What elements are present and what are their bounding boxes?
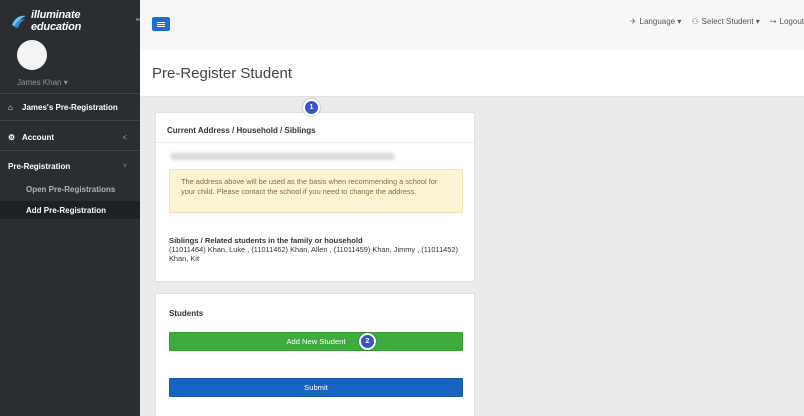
top-navbar: ✈ Language ▾ ⚇ Select Student ▾ ↪ Logout xyxy=(140,0,804,50)
nav-divider xyxy=(0,150,140,151)
siblings-list: (11011464) Khan, Luke , (11011462) Khan,… xyxy=(169,245,458,263)
add-new-student-button[interactable]: Add New Student xyxy=(169,332,463,351)
chevron-down-icon: ˅ xyxy=(122,162,127,170)
panel-title: Students xyxy=(169,309,204,318)
users-icon: ⚇ xyxy=(691,17,699,26)
panel-header: Current Address / Household / Siblings xyxy=(156,113,474,143)
sidebar-item-add-pre-registration[interactable]: Add Pre-Registration xyxy=(0,201,140,219)
select-student-menu[interactable]: ⚇ Select Student ▾ xyxy=(691,17,759,26)
logout-link[interactable]: ↪ Logout xyxy=(770,17,804,26)
nav-divider xyxy=(0,120,140,121)
sidebar-item-account[interactable]: ⚙ Account < xyxy=(0,124,140,150)
page-header: Pre-Register Student xyxy=(140,50,804,97)
sidebar-item-label: Account xyxy=(22,132,54,142)
select-student-label: Select Student ▾ xyxy=(701,17,760,26)
sidebar-item-label: James's Pre-Registration xyxy=(22,102,118,112)
home-icon: ⌂ xyxy=(8,102,13,112)
language-menu[interactable]: ✈ Language ▾ xyxy=(630,17,682,26)
top-links: ✈ Language ▾ ⚇ Select Student ▾ ↪ Logout xyxy=(630,17,804,26)
panel-title: Current Address / Household / Siblings xyxy=(167,126,316,135)
language-label: Language ▾ xyxy=(639,17,682,26)
sidebar-item-home[interactable]: ⌂ James's Pre-Registration xyxy=(0,94,140,120)
gear-icon: ⚙ xyxy=(8,132,16,142)
siblings-title: Siblings / Related students in the famil… xyxy=(169,236,363,245)
chevron-left-icon: < xyxy=(122,132,127,142)
brand-mark-icon xyxy=(10,13,28,29)
avatar[interactable] xyxy=(17,40,47,70)
sidebar: illuminate education ™ James Khan ▾ ⌂ Jam… xyxy=(0,0,140,416)
redacted-address xyxy=(170,153,395,160)
user-menu[interactable]: James Khan ▾ xyxy=(17,78,68,87)
step-badge: 2 xyxy=(359,333,376,350)
hamburger-icon xyxy=(157,21,165,27)
page-title: Pre-Register Student xyxy=(152,65,293,82)
sidebar-item-label: Pre-Registration xyxy=(8,161,71,171)
brand-logo[interactable]: illuminate education ™ xyxy=(10,9,140,33)
sidebar-item-pre-registration[interactable]: Pre-Registration ˅ xyxy=(0,153,140,179)
translate-icon: ✈ xyxy=(629,17,637,26)
brand-name: illuminate education xyxy=(31,9,82,33)
students-panel: Students Add New Student Submit xyxy=(155,293,475,416)
address-panel: Current Address / Household / Siblings T… xyxy=(155,112,475,282)
address-notice: The address above will be used as the ba… xyxy=(169,169,463,213)
step-badge: 1 xyxy=(303,99,320,116)
submit-button[interactable]: Submit xyxy=(169,378,463,397)
sidebar-item-open-pre-registrations[interactable]: Open Pre-Registrations xyxy=(0,180,140,198)
logout-icon: ↪ xyxy=(769,17,777,26)
menu-toggle-button[interactable] xyxy=(152,17,170,31)
logout-label: Logout xyxy=(779,17,804,26)
